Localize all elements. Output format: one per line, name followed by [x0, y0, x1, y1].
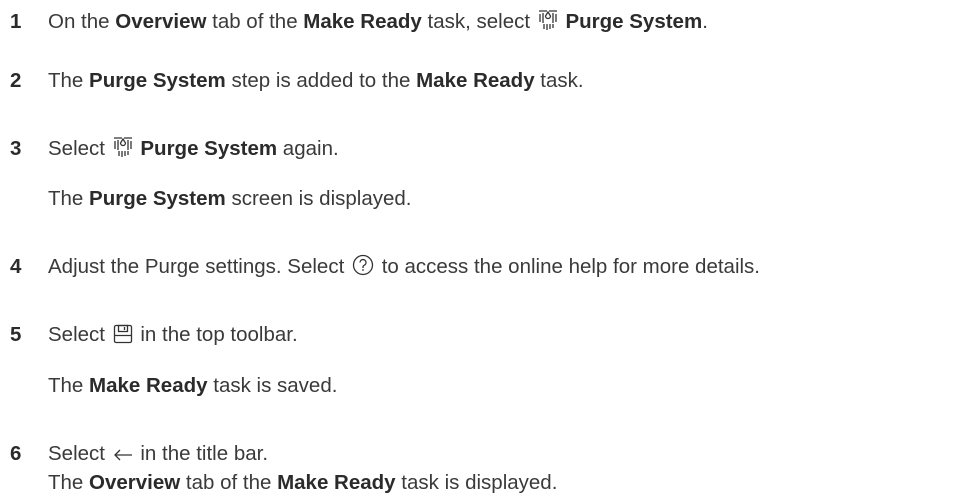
ui-term: Make Ready — [89, 374, 208, 397]
ui-term: Make Ready — [277, 471, 396, 494]
step-number: 6 — [10, 442, 22, 465]
ui-term: Make Ready — [303, 10, 422, 33]
ui-term: Make Ready — [416, 69, 535, 92]
help-circle-icon — [352, 254, 374, 276]
ui-term: Purge System — [89, 69, 226, 92]
ui-term: Purge System — [565, 10, 703, 33]
step-instruction: Select Purge System again. — [48, 136, 339, 160]
step-instruction: Select in the top toolbar. — [48, 323, 298, 346]
step-instruction: The Purge System step is added to the Ma… — [48, 69, 584, 92]
step-result: The Overview tab of the Make Ready task … — [48, 471, 558, 494]
arrow-left-icon — [113, 447, 133, 463]
step-number: 1 — [10, 10, 22, 33]
step-result: The Purge System screen is displayed. — [48, 187, 412, 210]
step-instruction: Adjust the Purge settings. Select to acc… — [48, 254, 761, 278]
step-number: 5 — [10, 323, 22, 346]
ui-term: Overview — [89, 471, 181, 494]
purge-system-icon — [538, 9, 558, 31]
ui-term: Overview — [115, 10, 207, 33]
step-result: The Make Ready task is saved. — [48, 374, 338, 397]
step-number: 3 — [10, 137, 22, 160]
step-instruction: On the Overview tab of the Make Ready ta… — [48, 9, 708, 33]
ui-term: Purge System — [89, 187, 226, 210]
ui-term: Purge System — [140, 137, 278, 160]
purge-system-icon — [113, 136, 133, 158]
step-number: 2 — [10, 69, 22, 92]
instruction-steps: 1 On the Overview tab of the Make Ready … — [0, 0, 956, 501]
save-icon — [113, 324, 133, 344]
step-instruction: Select in the title bar. — [48, 442, 269, 465]
step-number: 4 — [10, 255, 22, 278]
